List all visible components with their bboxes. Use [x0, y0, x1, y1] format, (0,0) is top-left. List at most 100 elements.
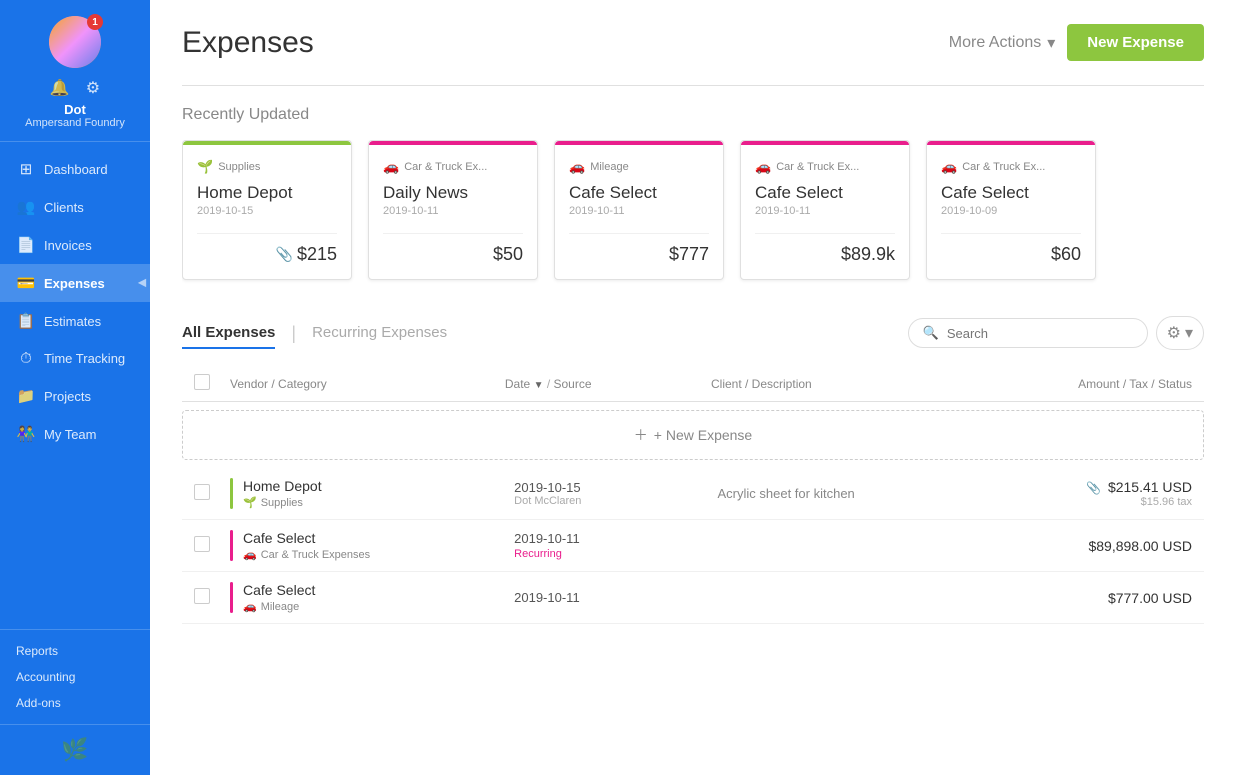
select-all-checkbox[interactable] [194, 374, 210, 390]
page-title: Expenses [182, 26, 314, 60]
page-header: Expenses More Actions ▾ New Expense [182, 24, 1204, 61]
card-top-bar-pink [927, 141, 1095, 145]
row-client-col: Acrylic sheet for kitchen [718, 486, 989, 501]
search-input[interactable] [947, 326, 1097, 341]
row-amount-tax: $15.96 tax [989, 496, 1192, 508]
sidebar-icons-row: 🔔 ⚙ [50, 78, 100, 98]
card-date: 2019-10-11 [383, 205, 523, 217]
sidebar-nav: ⊞ Dashboard 👥 Clients 📄 Invoices 💳 Expen… [0, 142, 150, 629]
chevron-down-icon: ▾ [1185, 323, 1193, 343]
card-bottom: $60 [941, 233, 1081, 265]
expense-card[interactable]: 🚗 Car & Truck Ex... Cafe Select 2019-10-… [926, 140, 1096, 280]
row-amount-main: 📎 $215.41 USD [989, 479, 1192, 495]
vendor-name: Home Depot [243, 478, 514, 494]
tab-all-expenses[interactable]: All Expenses [182, 318, 275, 349]
card-vendor: Home Depot [197, 183, 337, 203]
sidebar-item-reports[interactable]: Reports [16, 638, 134, 664]
row-checkbox[interactable] [194, 536, 230, 555]
row-bar-green [230, 478, 233, 509]
row-checkbox[interactable] [194, 588, 230, 607]
supplies-icon: 🌱 [197, 159, 213, 175]
row-vendor-col: Home Depot 🌱 Supplies [243, 478, 514, 509]
more-actions-button[interactable]: More Actions ▾ [949, 33, 1056, 53]
header-checkbox-col [194, 374, 230, 393]
nav-arrow-icon: ◀ [138, 278, 146, 289]
estimates-icon: 📋 [16, 312, 36, 330]
recently-updated-section: Recently Updated 🌱 Supplies Home Depot 2… [182, 106, 1204, 288]
card-date: 2019-10-15 [197, 205, 337, 217]
sidebar-item-dashboard[interactable]: ⊞ Dashboard [0, 150, 150, 188]
table-header-row: Vendor / Category Date ▼ / Source Client… [182, 366, 1204, 402]
user-company: Ampersand Foundry [25, 117, 125, 129]
car-truck-icon: 🚗 [383, 159, 399, 175]
row-date-col: 2019-10-11 [514, 590, 717, 605]
card-bottom: $89.9k [755, 233, 895, 265]
car-truck-icon: 🚗 [243, 548, 257, 561]
row-date-col: 2019-10-11 Recurring [514, 531, 717, 560]
sidebar-item-invoices[interactable]: 📄 Invoices [0, 226, 150, 264]
card-date: 2019-10-11 [755, 205, 895, 217]
card-amount: $215 [297, 244, 337, 265]
card-bottom: $777 [569, 233, 709, 265]
more-actions-label: More Actions [949, 34, 1041, 52]
row-bar-pink [230, 530, 233, 561]
row-amount-col: 📎 $215.41 USD $15.96 tax [989, 479, 1192, 508]
row-amount-col: $777.00 USD [989, 590, 1192, 606]
table-row: Cafe Select 🚗 Car & Truck Expenses 2019-… [182, 520, 1204, 572]
row-vendor-col: Cafe Select 🚗 Car & Truck Expenses [243, 530, 514, 561]
expense-card[interactable]: 🌱 Supplies Home Depot 2019-10-15 📎 $215 [182, 140, 352, 280]
new-expense-inline-button[interactable]: ＋ + New Expense [182, 410, 1204, 460]
sidebar-item-projects[interactable]: 📁 Projects [0, 377, 150, 415]
notification-icon[interactable]: 🔔 [50, 78, 70, 98]
card-amount: $60 [1051, 244, 1081, 265]
expenses-icon: 💳 [16, 274, 36, 292]
expense-card[interactable]: 🚗 Car & Truck Ex... Cafe Select 2019-10-… [740, 140, 910, 280]
sort-icon[interactable]: ▼ [534, 380, 544, 391]
sidebar-item-clients[interactable]: 👥 Clients [0, 188, 150, 226]
sidebar-item-addons[interactable]: Add-ons [16, 690, 134, 716]
sidebar-item-expenses[interactable]: 💳 Expenses ◀ [0, 264, 150, 302]
card-amount: $50 [493, 244, 523, 265]
tab-recurring-expenses[interactable]: Recurring Expenses [312, 318, 447, 349]
header-client: Client / Description [711, 377, 986, 391]
sidebar-item-estimates[interactable]: 📋 Estimates [0, 302, 150, 340]
supplies-icon: 🌱 [243, 496, 257, 509]
card-top-bar-pink [369, 141, 537, 145]
avatar-wrap: 1 [49, 16, 101, 68]
filter-button[interactable]: ⚙ ▾ [1156, 316, 1204, 350]
new-expense-button[interactable]: New Expense [1067, 24, 1204, 61]
sidebar-item-accounting[interactable]: Accounting [16, 664, 134, 690]
attachment-icon: 📎 [276, 246, 293, 263]
sidebar-item-label: My Team [44, 427, 97, 442]
clients-icon: 👥 [16, 198, 36, 216]
row-checkbox[interactable] [194, 484, 230, 503]
recently-updated-title: Recently Updated [182, 106, 1204, 124]
mileage-icon: 🚗 [569, 159, 585, 175]
card-top-bar-pink [555, 141, 723, 145]
attachment-icon: 📎 [1086, 481, 1101, 495]
user-name: Dot [64, 102, 86, 117]
row-date: 2019-10-11 [514, 531, 717, 546]
row-bar-pink [230, 582, 233, 613]
card-bottom: $50 [383, 233, 523, 265]
sidebar-item-label: Dashboard [44, 162, 108, 177]
card-category: 🚗 Car & Truck Ex... [383, 159, 523, 175]
expense-card[interactable]: 🚗 Car & Truck Ex... Daily News 2019-10-1… [368, 140, 538, 280]
card-category: 🌱 Supplies [197, 159, 337, 175]
row-amount-col: $89,898.00 USD [989, 538, 1192, 554]
card-top-bar-pink [741, 141, 909, 145]
sidebar-item-my-team[interactable]: 👫 My Team [0, 415, 150, 453]
header-actions: More Actions ▾ New Expense [949, 24, 1204, 61]
expense-card[interactable]: 🚗 Mileage Cafe Select 2019-10-11 $777 [554, 140, 724, 280]
expenses-section: All Expenses | Recurring Expenses 🔍 ⚙ ▾ [182, 316, 1204, 624]
card-top-bar-green [183, 141, 351, 145]
vendor-category: 🚗 Car & Truck Expenses [243, 548, 514, 561]
table-row: Home Depot 🌱 Supplies 2019-10-15 Dot McC… [182, 468, 1204, 520]
sidebar-item-time-tracking[interactable]: ⏱ Time Tracking [0, 340, 150, 377]
cards-row: 🌱 Supplies Home Depot 2019-10-15 📎 $215 … [182, 140, 1204, 288]
sidebar-item-label: Projects [44, 389, 91, 404]
card-vendor: Cafe Select [569, 183, 709, 203]
time-tracking-icon: ⏱ [16, 350, 36, 367]
settings-icon[interactable]: ⚙ [86, 78, 100, 98]
leaf-icon: 🌿 [61, 737, 88, 763]
